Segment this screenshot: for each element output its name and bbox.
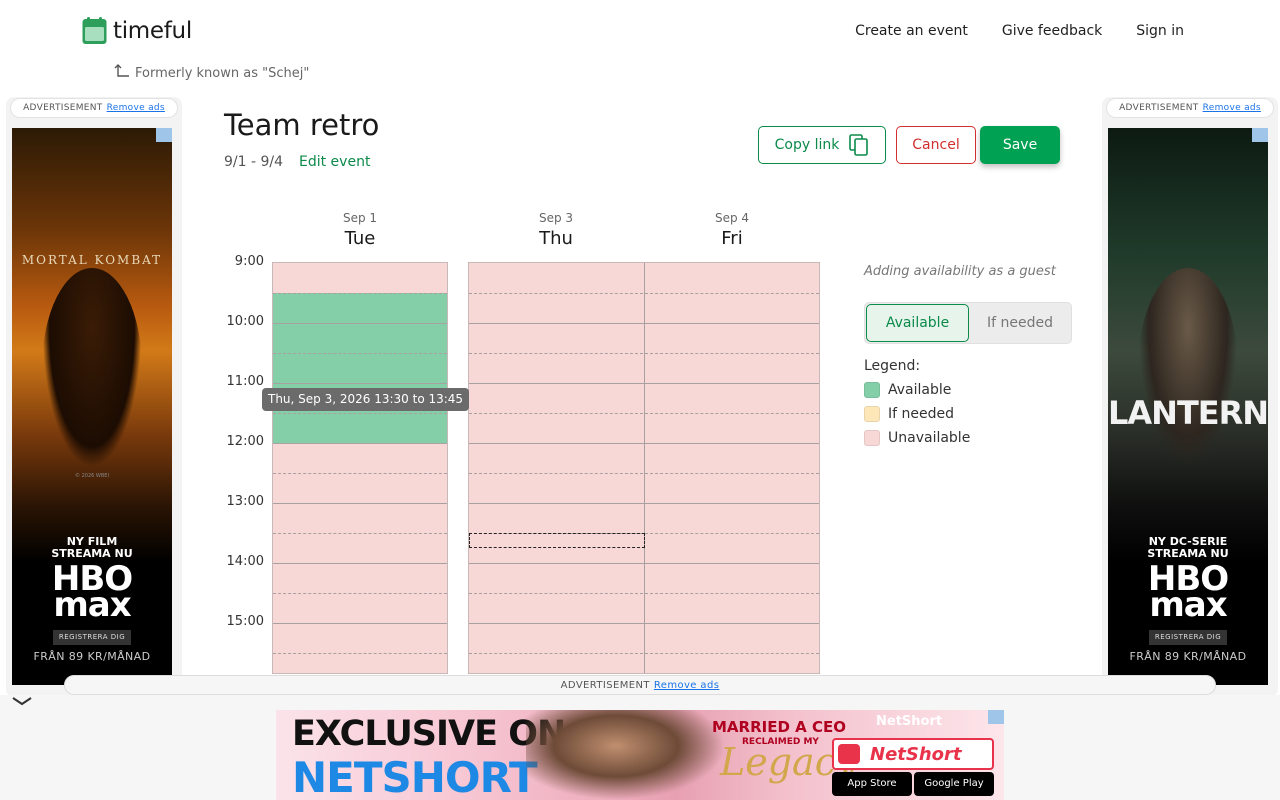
- time-label: 13:00: [226, 494, 264, 509]
- time-label: 10:00: [226, 314, 264, 329]
- ad-figure: [1138, 268, 1238, 468]
- toggle-if-needed[interactable]: If needed: [969, 304, 1071, 342]
- brand-name: timeful: [113, 18, 192, 44]
- chevron-down-icon[interactable]: [10, 692, 34, 710]
- ad-copyright: © 2026 WBEI: [75, 473, 109, 479]
- legend-unavailable: Unavailable: [864, 430, 970, 446]
- ad-register-button[interactable]: REGISTRERA DIG: [1149, 630, 1227, 645]
- hbo-max-logo: HBO max: [51, 559, 133, 625]
- ad-cta: NY FILM STREAMA NU: [51, 535, 133, 560]
- availability-toggle: Available If needed: [864, 302, 1072, 344]
- left-ad-column: ADVERTISEMENT Remove ads MORTAL KOMBAT © …: [6, 97, 182, 697]
- adchoices-icon[interactable]: [988, 710, 1004, 724]
- brand-logo[interactable]: timeful: [82, 17, 192, 45]
- adchoices-icon[interactable]: [156, 128, 172, 142]
- ad-register-button[interactable]: REGISTRERA DIG: [53, 630, 131, 645]
- event-title: Team retro: [224, 108, 380, 142]
- slot-tooltip: Thu, Sep 3, 2026 13:30 to 13:45: [262, 388, 470, 411]
- cancel-button[interactable]: Cancel: [896, 126, 976, 164]
- legend-label: Available: [888, 382, 952, 398]
- available-block[interactable]: [273, 293, 447, 443]
- ad-label: ADVERTISEMENT Remove ads: [1106, 98, 1274, 118]
- hbo-max-logo: HBO max: [1147, 559, 1229, 625]
- save-button[interactable]: Save: [980, 126, 1060, 164]
- banner-headline: EXCLUSIVE ON: [292, 714, 566, 754]
- legend-label: If needed: [888, 406, 954, 422]
- remove-ads-link[interactable]: Remove ads: [107, 103, 165, 113]
- hover-slot-selection[interactable]: [469, 533, 645, 548]
- nav-give-feedback[interactable]: Give feedback: [1002, 23, 1102, 39]
- legend-swatch: [864, 406, 880, 422]
- ad-movie-title: MORTAL KOMBAT: [21, 253, 163, 267]
- time-label: 12:00: [226, 434, 264, 449]
- banner-tagline: MARRIED A CEO: [712, 718, 846, 736]
- time-label: 14:00: [226, 554, 264, 569]
- guest-note: Adding availability as a guest: [864, 264, 1056, 279]
- legend-if-needed: If needed: [864, 406, 954, 422]
- legend-available: Available: [864, 382, 951, 398]
- ad-figure: [42, 268, 142, 468]
- copy-icon: [849, 134, 869, 156]
- bottom-ad-label: ADVERTISEMENT Remove ads: [64, 675, 1216, 695]
- formerly-known-note: Formerly known as "Schej": [114, 63, 309, 81]
- netshort-logo-icon: [838, 744, 860, 764]
- ad-label: ADVERTISEMENT Remove ads: [10, 98, 178, 118]
- day-name: Fri: [721, 228, 743, 249]
- legend-swatch: [864, 382, 880, 398]
- remove-ads-link[interactable]: Remove ads: [654, 680, 719, 691]
- ad-price: FRÅN 89 KR/MÅNAD: [1129, 650, 1247, 663]
- ad-cta: NY DC-SERIE STREAMA NU: [1147, 535, 1229, 560]
- copy-link-button[interactable]: Copy link: [758, 126, 886, 164]
- day-date: Sep 3: [538, 211, 574, 225]
- top-nav: Create an event Give feedback Sign in: [855, 23, 1184, 39]
- app-store-badge[interactable]: App Store: [832, 772, 912, 796]
- page: timeful Formerly known as "Schej" Create…: [0, 0, 1280, 800]
- day-name: Thu: [539, 228, 573, 249]
- left-ad-image[interactable]: MORTAL KOMBAT © 2026 WBEI NY FILM STREAM…: [12, 128, 172, 685]
- time-label: 9:00: [234, 254, 264, 269]
- day-columns-thu-fri[interactable]: [468, 262, 820, 674]
- toggle-available[interactable]: Available: [866, 304, 969, 342]
- time-label: 15:00: [226, 614, 264, 629]
- time-label: 11:00: [226, 374, 264, 389]
- ad-series-title: LANTERNS: [1108, 394, 1268, 432]
- formerly-text: Formerly known as "Schej": [135, 66, 310, 81]
- edit-event-link[interactable]: Edit event: [299, 154, 370, 170]
- netshort-brand: NetShort: [876, 714, 943, 729]
- calendar-logo-icon: [82, 17, 107, 45]
- google-play-badge[interactable]: Google Play: [914, 772, 994, 796]
- day-header-tue: Sep 1 Tue: [272, 211, 448, 249]
- banner-brand-text: NETSHORT: [292, 753, 538, 800]
- legend-swatch: [864, 430, 880, 446]
- day-header-fri: Sep 4 Fri: [644, 211, 820, 249]
- netshort-box-label: NetShort: [870, 744, 962, 765]
- right-ad-column: ADVERTISEMENTRemove ads LANTERNS NY DC-S…: [1102, 97, 1278, 697]
- day-column-tue[interactable]: [272, 262, 448, 674]
- event-date-range: 9/1 - 9/4: [224, 154, 284, 170]
- day-date: Sep 4: [714, 211, 750, 225]
- legend-title: Legend:: [864, 358, 921, 374]
- adchoices-icon[interactable]: [1252, 128, 1268, 142]
- day-name: Tue: [344, 228, 376, 249]
- return-arrow-icon: [114, 64, 129, 77]
- ad-price: FRÅN 89 KR/MÅNAD: [33, 650, 151, 663]
- legend-label: Unavailable: [888, 430, 971, 446]
- copy-link-label: Copy link: [774, 137, 840, 153]
- day-header-thu: Sep 3 Thu: [468, 211, 644, 249]
- day-date: Sep 1: [342, 211, 378, 225]
- remove-ads-link[interactable]: Remove ads: [1203, 103, 1261, 113]
- bottom-banner-ad[interactable]: EXCLUSIVE ON NETSHORT MARRIED A CEO RECL…: [276, 710, 1004, 800]
- netshort-search-box[interactable]: NetShort: [832, 738, 994, 770]
- day-divider: [644, 263, 645, 673]
- nav-create-event[interactable]: Create an event: [855, 23, 968, 39]
- banner-image: [526, 710, 726, 800]
- right-ad-image[interactable]: LANTERNS NY DC-SERIE STREAMA NU HBO max …: [1108, 128, 1268, 685]
- nav-sign-in[interactable]: Sign in: [1136, 23, 1184, 39]
